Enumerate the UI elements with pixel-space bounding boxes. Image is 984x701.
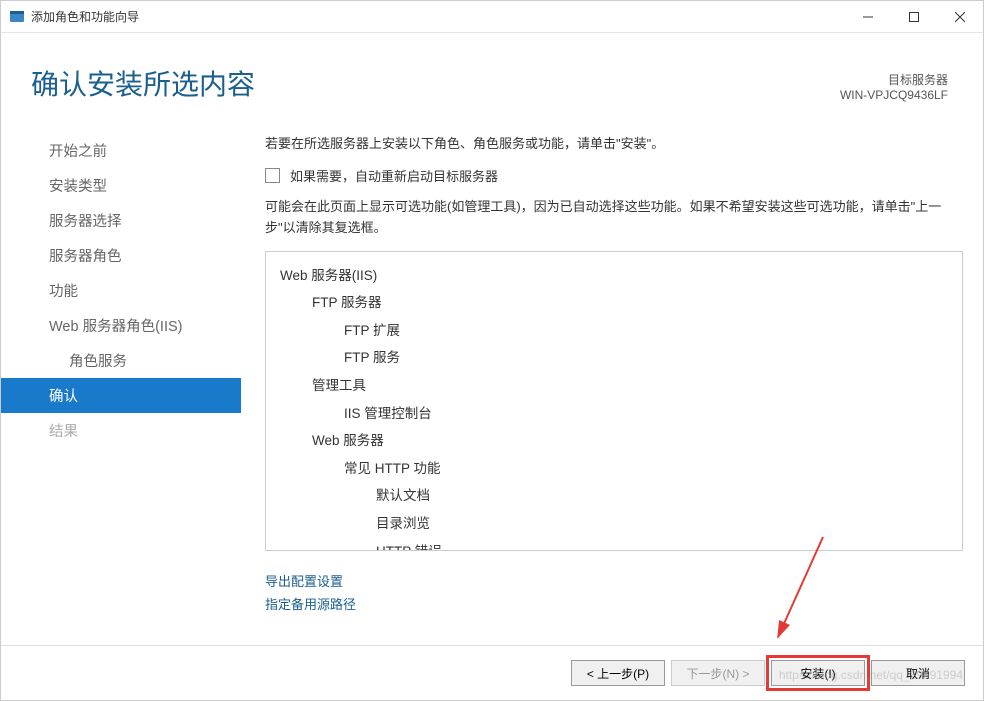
content-area: 若要在所选服务器上安装以下角色、角色服务或功能，请单击"安装"。 如果需要，自动… xyxy=(241,123,983,629)
sidebar-item-2[interactable]: 服务器选择 xyxy=(1,203,241,238)
feature-item: FTP 服务器 xyxy=(280,289,948,317)
export-config-link[interactable]: 导出配置设置 xyxy=(265,569,963,592)
feature-item: 目录浏览 xyxy=(280,510,948,538)
install-button[interactable]: 安装(I) xyxy=(771,660,865,686)
app-icon xyxy=(9,9,25,25)
cancel-button[interactable]: 取消 xyxy=(871,660,965,686)
feature-item: 默认文档 xyxy=(280,482,948,510)
feature-item: HTTP 错误 xyxy=(280,538,948,551)
wizard-sidebar: 开始之前安装类型服务器选择服务器角色功能Web 服务器角色(IIS)角色服务确认… xyxy=(1,123,241,629)
restart-checkbox-row: 如果需要，自动重新启动目标服务器 xyxy=(265,166,963,185)
window-title: 添加角色和功能向导 xyxy=(31,8,845,25)
intro-text: 若要在所选服务器上安装以下角色、角色服务或功能，请单击"安装"。 xyxy=(265,133,963,152)
feature-item: FTP 扩展 xyxy=(280,317,948,345)
feature-item: Web 服务器 xyxy=(280,427,948,455)
restart-checkbox-label: 如果需要，自动重新启动目标服务器 xyxy=(290,166,498,185)
note-text: 可能会在此页面上显示可选功能(如管理工具)，因为已自动选择这些功能。如果不希望安… xyxy=(265,197,963,239)
page-title: 确认安装所选内容 xyxy=(31,63,255,103)
close-button[interactable] xyxy=(937,2,983,32)
target-server-name: WIN-VPJCQ9436LF xyxy=(840,88,948,102)
feature-item: FTP 服务 xyxy=(280,344,948,372)
links-area: 导出配置设置 指定备用源路径 xyxy=(265,569,963,615)
sidebar-item-0[interactable]: 开始之前 xyxy=(1,133,241,168)
restart-checkbox[interactable] xyxy=(265,168,280,183)
minimize-button[interactable] xyxy=(845,2,891,32)
alt-source-link[interactable]: 指定备用源路径 xyxy=(265,592,963,615)
footer: < 上一步(P) 下一步(N) > 安装(I) 取消 xyxy=(1,645,983,700)
window-controls xyxy=(845,2,983,32)
sidebar-item-7[interactable]: 确认 xyxy=(1,378,241,413)
sidebar-item-5[interactable]: Web 服务器角色(IIS) xyxy=(1,308,241,343)
prev-button[interactable]: < 上一步(P) xyxy=(571,660,665,686)
sidebar-item-3[interactable]: 服务器角色 xyxy=(1,238,241,273)
maximize-button[interactable] xyxy=(891,2,937,32)
main-area: 开始之前安装类型服务器选择服务器角色功能Web 服务器角色(IIS)角色服务确认… xyxy=(1,123,983,629)
target-server-label: 目标服务器 xyxy=(840,71,948,88)
sidebar-item-1[interactable]: 安装类型 xyxy=(1,168,241,203)
header: 确认安装所选内容 目标服务器 WIN-VPJCQ9436LF xyxy=(1,33,983,123)
titlebar: 添加角色和功能向导 xyxy=(1,1,983,33)
feature-item: 常见 HTTP 功能 xyxy=(280,455,948,483)
target-server-info: 目标服务器 WIN-VPJCQ9436LF xyxy=(840,71,948,102)
sidebar-item-8: 结果 xyxy=(1,413,241,448)
feature-item: IIS 管理控制台 xyxy=(280,400,948,428)
next-button: 下一步(N) > xyxy=(671,660,765,686)
features-list[interactable]: Web 服务器(IIS)FTP 服务器FTP 扩展FTP 服务管理工具IIS 管… xyxy=(265,251,963,551)
sidebar-item-6[interactable]: 角色服务 xyxy=(1,343,241,378)
feature-item: 管理工具 xyxy=(280,372,948,400)
feature-item: Web 服务器(IIS) xyxy=(280,262,948,290)
sidebar-item-4[interactable]: 功能 xyxy=(1,273,241,308)
